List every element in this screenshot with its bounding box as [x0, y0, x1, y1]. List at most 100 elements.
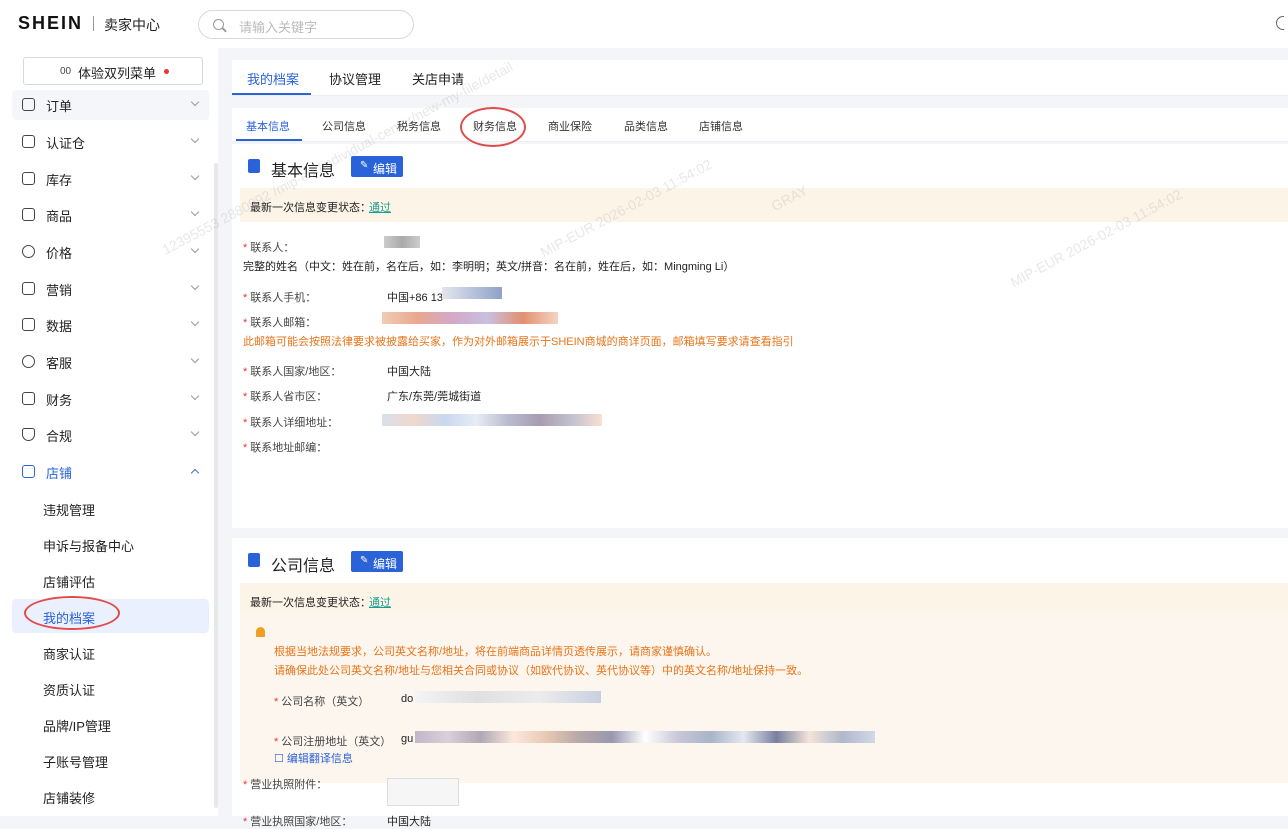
contact-country-label: * 联系人国家/地区：	[243, 366, 342, 378]
edit-label: 编辑	[373, 162, 398, 176]
primary-tabs: 我的档案 协议管理 关店申请	[232, 60, 1288, 96]
tab-category-info[interactable]: 品类信息	[624, 118, 668, 134]
contact-country-value: 中国大陆	[387, 366, 431, 378]
search-icon	[213, 19, 224, 30]
sidebar-sub-appeals[interactable]: 申诉与报备中心	[12, 527, 209, 561]
contact-name-blurred	[384, 236, 420, 248]
contact-phone-value: 中国+86 13	[387, 292, 443, 304]
search-placeholder: 请输入关键字	[239, 20, 318, 35]
license-attachment-label: * 营业执照附件：	[243, 779, 328, 791]
sidebar-sub-label: 品牌/IP管理	[43, 719, 111, 734]
status-value-link[interactable]: 通过	[369, 594, 391, 610]
company-name-en-label: * 公司名称（英文）	[274, 696, 370, 708]
sidebar-item-finance[interactable]: 财务	[12, 384, 209, 414]
sidebar-sub-merchant-verification[interactable]: 商家认证	[12, 635, 209, 669]
sidebar-item-label: 订单	[46, 99, 73, 114]
sidebar-item-label: 价格	[46, 246, 73, 261]
layout-icon: 00	[60, 66, 72, 77]
status-value-link[interactable]: 通过	[369, 199, 391, 215]
change-status-bar: 最新一次信息变更状态： 通过	[240, 188, 1288, 222]
sidebar-item-customer-service[interactable]: 客服	[12, 347, 209, 377]
sidebar-scrollbar[interactable]	[214, 163, 218, 808]
inventory-icon	[22, 172, 35, 185]
phone-blurred	[442, 287, 502, 299]
sidebar-item-data[interactable]: 数据	[12, 310, 209, 340]
store-icon	[22, 465, 35, 478]
tab-close-store[interactable]: 关店申请	[412, 69, 464, 88]
shein-logo[interactable]: SHEIN	[18, 13, 83, 34]
contact-email-label: * 联系人邮箱：	[243, 317, 317, 329]
sidebar-item-label: 商品	[46, 209, 73, 224]
two-column-menu-button[interactable]: 00 体验双列菜单	[23, 57, 203, 85]
user-menu-icon[interactable]	[1276, 16, 1284, 30]
tab-basic-info[interactable]: 基本信息	[246, 118, 290, 134]
chevron-down-icon	[190, 391, 200, 401]
tab-store-info[interactable]: 店铺信息	[699, 118, 743, 134]
email-blurred	[382, 312, 558, 324]
sidebar-item-compliance[interactable]: 合规	[12, 420, 209, 450]
pencil-icon: ✎	[360, 555, 369, 566]
sidebar: 00 体验双列菜单 订单 认证仓 库存 商品 价格 营销 数据 客服 财务 合规…	[0, 48, 218, 816]
tab-business-insurance[interactable]: 商业保险	[548, 118, 592, 134]
sidebar-item-marketing[interactable]: 营销	[12, 274, 209, 304]
sidebar-item-store[interactable]: 店铺	[12, 457, 209, 487]
sidebar-item-products[interactable]: 商品	[12, 200, 209, 230]
company-name-en-value: do	[401, 693, 414, 705]
tab-agreements[interactable]: 协议管理	[329, 69, 381, 88]
sidebar-sub-brand-ip[interactable]: 品牌/IP管理	[12, 707, 209, 741]
sidebar-sub-sub-accounts[interactable]: 子账号管理	[12, 743, 209, 777]
company-info-card: 公司信息 ✎ 编辑 最新一次信息变更状态： 通过 根据当地法规要求，公司英文名称…	[232, 538, 1288, 828]
license-country-value: 中国大陆	[387, 816, 431, 828]
seller-center-title: 卖家中心	[104, 17, 160, 33]
sidebar-sub-store-assessment[interactable]: 店铺评估	[12, 563, 209, 597]
chevron-down-icon	[190, 281, 200, 291]
search-input[interactable]: 请输入关键字	[198, 10, 414, 39]
company-address-en-value: gu	[401, 733, 414, 745]
sidebar-item-label: 店铺	[46, 466, 73, 481]
license-attachment-thumbnail[interactable]	[387, 778, 459, 806]
company-info-title: 公司信息	[271, 558, 336, 575]
sidebar-sub-qualification[interactable]: 资质认证	[12, 671, 209, 705]
document-icon	[248, 159, 260, 173]
contact-zip-label: * 联系地址邮编：	[243, 442, 328, 454]
warehouse-icon	[22, 135, 35, 148]
data-icon	[22, 318, 35, 331]
sidebar-item-orders[interactable]: 订单	[12, 90, 209, 120]
sidebar-item-label: 数据	[46, 319, 73, 334]
sidebar-sub-violations[interactable]: 违规管理	[12, 491, 209, 525]
sidebar-item-label: 认证仓	[46, 136, 86, 151]
chevron-up-icon	[190, 468, 200, 478]
sidebar-item-label: 营销	[46, 283, 73, 298]
contact-address-label: * 联系人详细地址：	[243, 417, 339, 429]
status-label: 最新一次信息变更状态：	[250, 597, 371, 609]
sidebar-item-label: 财务	[46, 393, 73, 408]
edit-company-info-button[interactable]: ✎ 编辑	[351, 551, 403, 572]
sidebar-item-label: 客服	[46, 356, 73, 371]
chevron-down-icon	[190, 207, 200, 217]
sidebar-sub-label: 店铺装修	[43, 791, 96, 806]
tab-company-info[interactable]: 公司信息	[322, 118, 366, 134]
sidebar-item-certified-warehouse[interactable]: 认证仓	[12, 127, 209, 157]
edit-basic-info-button[interactable]: ✎ 编辑	[351, 156, 403, 177]
sidebar-sub-label: 申诉与报备中心	[43, 539, 135, 554]
chevron-down-icon	[190, 134, 200, 144]
secondary-tabs: 基本信息 公司信息 税务信息 财务信息 商业保险 品类信息 店铺信息	[232, 108, 1288, 142]
tab-tax-info[interactable]: 税务信息	[397, 118, 441, 134]
chevron-down-icon	[190, 97, 200, 107]
chevron-down-icon	[190, 171, 200, 181]
price-icon	[22, 245, 35, 258]
english-name-notice: 根据当地法规要求，公司英文名称/地址，将在前端商品详情页透传展示，请商家谨慎确认…	[240, 613, 1288, 783]
company-address-blurred	[415, 731, 875, 743]
chevron-down-icon	[190, 354, 200, 364]
tab-my-profile[interactable]: 我的档案	[247, 69, 299, 88]
basic-info-card: 基本信息 ✎ 编辑 最新一次信息变更状态： 通过 * 联系人： 完整的姓名（中文：…	[232, 144, 1288, 528]
sidebar-item-price[interactable]: 价格	[12, 237, 209, 267]
sidebar-item-label: 合规	[46, 429, 73, 444]
sidebar-sub-store-decoration[interactable]: 店铺装修	[12, 779, 209, 813]
edit-translation-link[interactable]: ☐ 编辑翻译信息	[274, 750, 353, 766]
active-subtab-indicator	[236, 139, 302, 141]
order-icon	[22, 98, 35, 111]
chevron-down-icon	[190, 427, 200, 437]
sidebar-item-inventory[interactable]: 库存	[12, 164, 209, 194]
chevron-down-icon	[190, 244, 200, 254]
